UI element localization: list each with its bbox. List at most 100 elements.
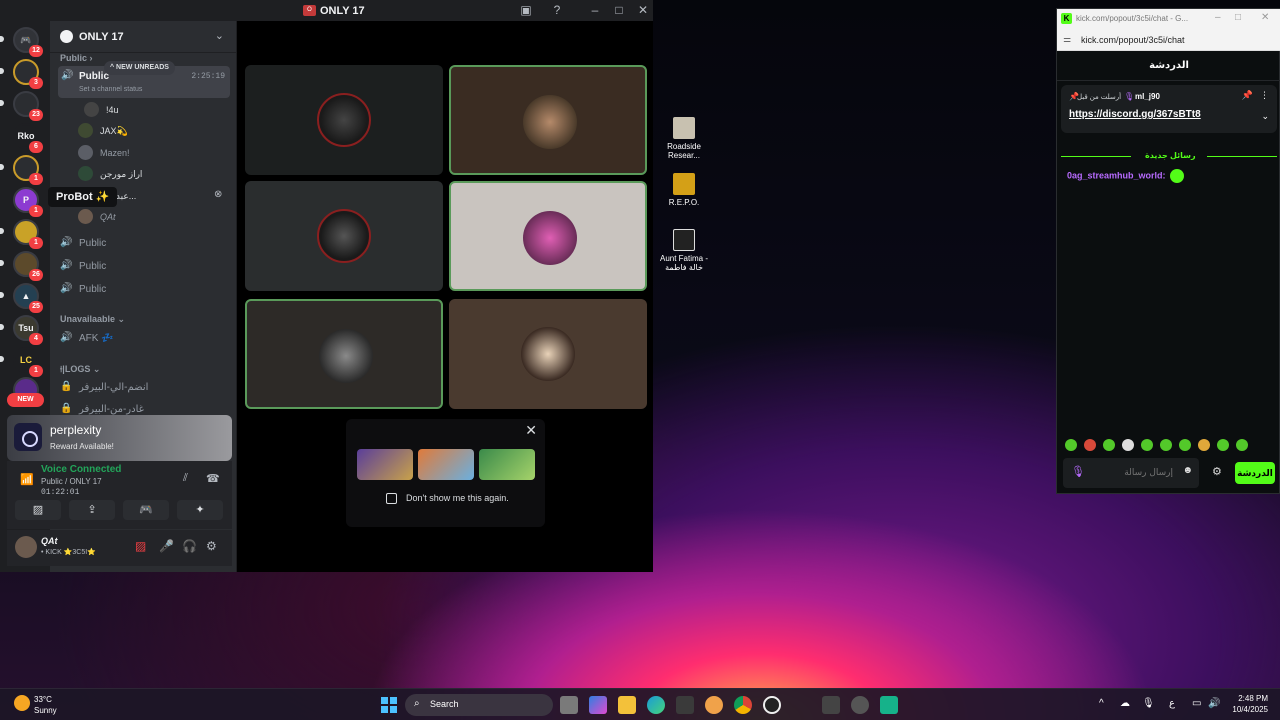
pinned-username[interactable]: ml_j90 — [1135, 92, 1160, 101]
site-settings-icon[interactable]: ⚌ — [1063, 34, 1071, 45]
unpin-icon[interactable]: 📌 — [1242, 90, 1253, 101]
guild-icon[interactable]: 3 — [13, 59, 43, 89]
task-view-icon[interactable] — [560, 696, 578, 714]
file-explorer-icon[interactable] — [618, 696, 636, 714]
server-header[interactable]: ONLY 17 ⌄ — [50, 21, 236, 53]
minimize-button[interactable]: – — [587, 3, 603, 17]
copilot-icon[interactable] — [589, 696, 607, 714]
voice-channel[interactable]: 🔊 Public — [58, 258, 230, 276]
guild-icon[interactable]: 1 — [13, 155, 43, 185]
guild-icon[interactable]: 23 — [13, 91, 43, 121]
voice-channel[interactable]: 🔊 Public — [58, 281, 230, 299]
close-button[interactable]: ✕ — [635, 3, 651, 17]
screen-share-icon[interactable]: ▣ — [518, 3, 534, 17]
dont-show-checkbox[interactable] — [386, 493, 397, 504]
app-icon[interactable] — [763, 696, 781, 714]
guild-icon[interactable]: LC 1 — [13, 347, 43, 377]
game-thumbnail[interactable] — [418, 449, 474, 480]
noise-suppression-icon[interactable]: ⫽ — [183, 472, 188, 485]
more-options-icon[interactable]: ⋮ — [1260, 90, 1269, 101]
taskbar-clock[interactable]: 2:48 PM 10/4/2025 — [1228, 693, 1268, 715]
microphone-icon[interactable]: 🎙 — [1142, 698, 1155, 709]
disconnect-icon[interactable]: ☎ — [206, 472, 220, 485]
avatar[interactable] — [15, 536, 37, 558]
desktop-icon[interactable]: Roadside Resear... — [652, 117, 716, 160]
signal-icon[interactable]: 📶 — [20, 473, 34, 486]
chevron-down-icon[interactable]: ⌄ — [1261, 111, 1269, 122]
cloud-icon[interactable]: ☁ — [1120, 698, 1130, 709]
participant-tile[interactable] — [245, 65, 443, 175]
guild-icon[interactable]: 1 — [13, 219, 43, 249]
game-thumbnail[interactable] — [357, 449, 413, 480]
headphones-icon[interactable]: 🎧 — [182, 539, 197, 553]
activity-button[interactable]: 🎮 — [123, 500, 169, 520]
soundboard-button[interactable]: ✦ — [177, 500, 223, 520]
emote-icon[interactable] — [1103, 439, 1115, 451]
participant-tile[interactable] — [449, 65, 647, 175]
camera-off-button[interactable]: ▨ — [15, 500, 61, 520]
emote-icon[interactable] — [1217, 439, 1229, 451]
chat-username[interactable]: 0ag_streamhub_world: — [1067, 170, 1166, 180]
chat-message[interactable]: 0ag_streamhub_world: — [1067, 169, 1184, 183]
chevron-down-icon[interactable]: ⌄ — [215, 29, 224, 42]
maximize-button[interactable]: □ — [1235, 12, 1241, 23]
help-icon[interactable]: ? — [549, 3, 565, 17]
chrome-icon[interactable] — [734, 696, 752, 714]
app-icon[interactable] — [851, 696, 869, 714]
category-logs[interactable]: ⟊|LOGS ⌄ — [60, 364, 100, 375]
emote-icon[interactable] — [1179, 439, 1191, 451]
guild-icon[interactable]: ▲ 25 — [13, 283, 43, 313]
participant-tile[interactable] — [245, 299, 443, 409]
volume-icon[interactable]: 🔊 — [1208, 698, 1220, 709]
emote-icon[interactable] — [1065, 439, 1077, 451]
emote-icon[interactable] — [1198, 439, 1210, 451]
microphone-icon[interactable]: 🎙 — [1071, 465, 1085, 478]
emote-icon[interactable] — [1122, 439, 1134, 451]
emote-icon[interactable] — [1141, 439, 1153, 451]
input-language[interactable]: ع — [1169, 698, 1175, 709]
close-button[interactable]: ✕ — [1261, 12, 1269, 23]
send-chat-button[interactable]: الدردشة — [1235, 462, 1275, 484]
perplexity-promo[interactable]: perplexity Reward Available! — [7, 415, 232, 461]
edge-icon[interactable] — [647, 696, 665, 714]
start-button[interactable] — [381, 697, 397, 713]
guild-icon[interactable]: Rko 6 — [13, 123, 43, 153]
chevron-up-icon[interactable]: ^ — [1099, 698, 1104, 709]
settings-gear-icon[interactable]: ⚙ — [206, 539, 217, 553]
emoji-picker-icon[interactable]: ☻ — [1182, 465, 1193, 476]
taskbar-search[interactable]: ⌕ Search — [405, 694, 553, 716]
voice-connected-label[interactable]: Voice Connected — [41, 464, 121, 475]
locked-channel[interactable]: 🔒 انضم-الي-البيرفر — [58, 379, 230, 397]
desktop-icon[interactable]: R.E.P.O. — [652, 173, 716, 207]
chat-settings-gear-icon[interactable]: ⚙ — [1212, 465, 1222, 478]
participant-tile[interactable] — [245, 181, 443, 291]
new-unreads-pill[interactable]: ^ NEW UNREADS — [104, 61, 175, 75]
pinned-link[interactable]: https://discord.gg/367sBTt8 — [1069, 109, 1201, 120]
emote-icon[interactable] — [1160, 439, 1172, 451]
app-icon[interactable] — [822, 696, 840, 714]
stream-icon[interactable]: ▨ — [135, 539, 146, 553]
close-icon[interactable]: ✕ — [525, 422, 537, 439]
home-guild-icon[interactable]: 🎮 12 — [13, 27, 43, 57]
address-bar[interactable]: ⚌ kick.com/popout/3c5i/chat — [1057, 29, 1280, 51]
category-unavailable[interactable]: Unavailaable ⌄ — [60, 314, 125, 325]
voice-channel[interactable]: 🔊 Public — [58, 235, 230, 253]
channel-status[interactable]: Set a channel status — [79, 86, 142, 93]
microphone-icon[interactable]: 🎤 — [159, 539, 174, 553]
category-public[interactable]: Public › — [60, 53, 93, 63]
store-icon[interactable] — [676, 696, 694, 714]
network-icon[interactable]: ▭ — [1192, 698, 1201, 709]
participant-tile[interactable] — [449, 299, 647, 409]
desktop-icon[interactable]: Aunt Fatima - خالة فاطمة — [652, 229, 716, 272]
minimize-button[interactable]: – — [1215, 12, 1221, 23]
probot-guild-icon[interactable]: P1 — [13, 187, 43, 217]
game-thumbnail[interactable] — [479, 449, 535, 480]
kick-app-icon[interactable] — [880, 696, 898, 714]
maximize-button[interactable]: □ — [611, 3, 627, 17]
chat-input[interactable] — [1087, 466, 1173, 480]
afk-channel[interactable]: 🔊 AFK 💤 — [58, 330, 230, 348]
guild-icon[interactable]: 26 — [13, 251, 43, 281]
app-icon[interactable] — [705, 696, 723, 714]
pinned-message[interactable]: 📌 أرسلت من قبل 🎙 ml_j90 📌 ⋮ https://disc… — [1061, 85, 1277, 133]
emote-icon[interactable] — [1236, 439, 1248, 451]
